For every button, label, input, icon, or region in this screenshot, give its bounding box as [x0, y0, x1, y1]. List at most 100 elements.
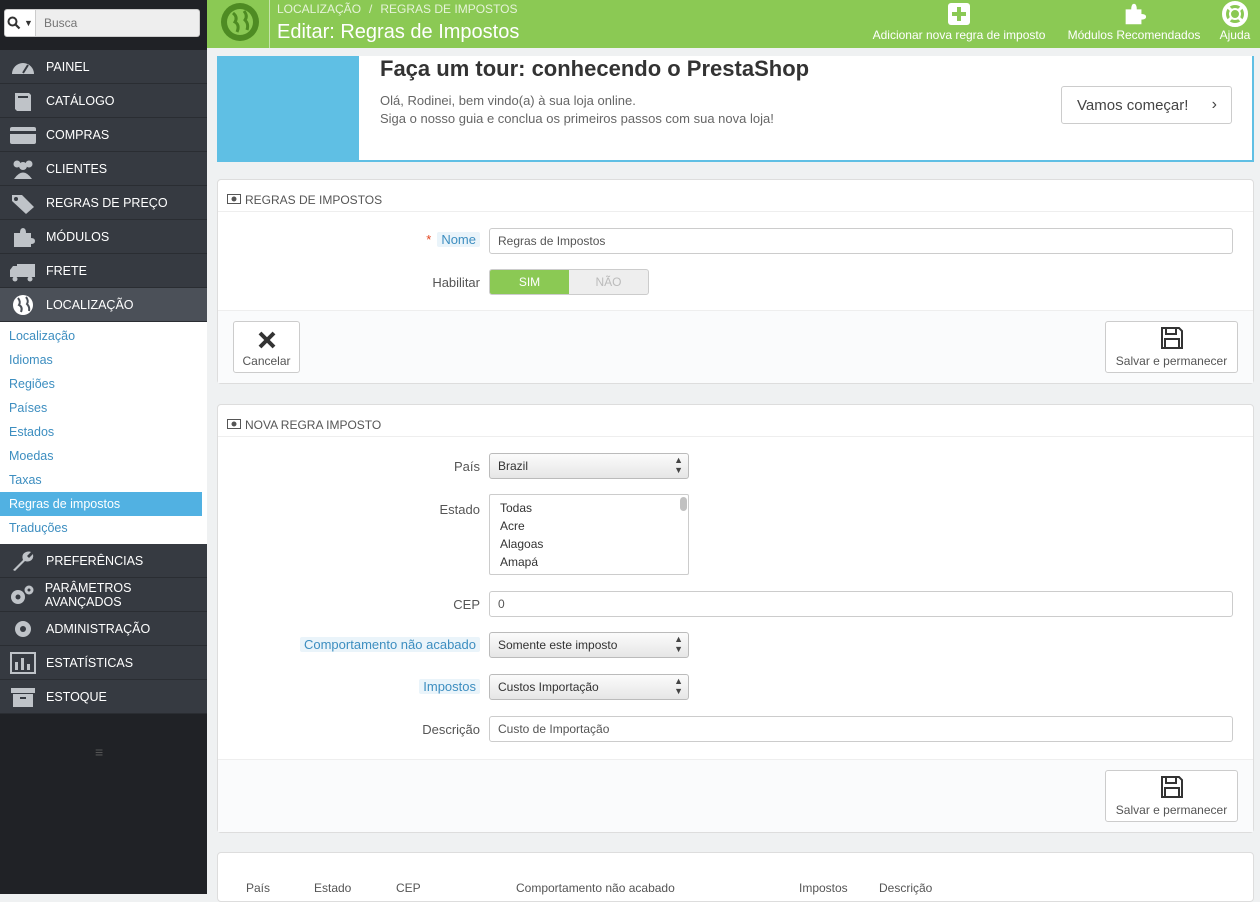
search-input[interactable]: [36, 9, 200, 37]
sidebar-item-label: CATÁLOGO: [46, 93, 115, 108]
sidebar-item-estoque[interactable]: ESTOQUE: [0, 680, 207, 714]
sidebar-collapse-icon[interactable]: ≡: [95, 744, 103, 760]
sidebar-item-estatisticas[interactable]: ESTATÍSTICAS: [0, 646, 207, 680]
behavior-value: Somente este imposto: [498, 638, 618, 652]
book-icon: [15, 92, 31, 111]
sidebar-item-localizacao[interactable]: LOCALIZAÇÃO: [0, 288, 207, 322]
tax-select[interactable]: Custos Importação ▲ ▼: [489, 674, 689, 700]
breadcrumb-separator: /: [369, 2, 373, 16]
country-select[interactable]: Brazil ▲ ▼: [489, 453, 689, 479]
help-label: Ajuda: [1219, 28, 1251, 42]
save-stay-button[interactable]: Salvar e permanecer: [1105, 321, 1238, 373]
gear-icon: [15, 620, 31, 637]
sidebar-item-compras[interactable]: COMPRAS: [0, 118, 207, 152]
tags-icon: [12, 194, 34, 214]
save-stay-label: Salvar e permanecer: [1115, 803, 1228, 817]
column-header-descricao[interactable]: Descrição: [879, 881, 932, 895]
save-stay-label: Salvar e permanecer: [1115, 354, 1228, 368]
select-arrows-icon: ▲ ▼: [674, 676, 683, 696]
state-listbox[interactable]: Todas Acre Alagoas Amapá: [489, 494, 689, 575]
money-icon: [227, 193, 241, 207]
panel-title: NOVA REGRA IMPOSTO: [245, 418, 382, 432]
state-option[interactable]: Todas: [500, 499, 688, 517]
sidebar-item-painel[interactable]: PAINEL: [0, 50, 207, 84]
sidebar-item-preferencias[interactable]: PREFERÊNCIAS: [0, 544, 207, 578]
search-scope-button[interactable]: ▼: [4, 9, 36, 37]
onboarding-banner: Faça um tour: conhecendo o PrestaShop Ol…: [217, 56, 1254, 162]
breadcrumb-localizacao[interactable]: LOCALIZAÇÃO: [277, 2, 361, 16]
localizacao-submenu: Localização Idiomas Regiões Países Estad…: [0, 322, 207, 544]
users-icon: [13, 160, 33, 179]
new-tax-rule-panel: NOVA REGRA IMPOSTO País Brazil ▲ ▼ Estado…: [217, 404, 1254, 833]
state-option[interactable]: Amapá: [500, 553, 688, 571]
submenu-item-taxas[interactable]: Taxas: [0, 468, 202, 492]
state-option[interactable]: Acre: [500, 517, 688, 535]
column-header-pais[interactable]: País: [246, 881, 270, 895]
dashboard-icon: [12, 62, 34, 74]
switch-no[interactable]: NÃO: [569, 270, 648, 294]
column-header-comportamento[interactable]: Comportamento não acabado: [516, 881, 675, 895]
select-arrows-icon: ▲ ▼: [674, 455, 683, 475]
tax-rules-panel: REGRAS DE IMPOSTOS * Nome Regras de Impos…: [217, 179, 1254, 384]
cancel-button[interactable]: Cancelar: [233, 321, 300, 373]
page-header: LOCALIZAÇÃO / REGRAS DE IMPOSTOS Editar: R…: [207, 0, 1260, 48]
country-value: Brazil: [498, 459, 529, 473]
description-input[interactable]: Custo de Importação: [489, 716, 1233, 742]
start-tour-button[interactable]: Vamos começar! ›: [1061, 86, 1232, 124]
sidebar-item-regras-de-preco[interactable]: REGRAS DE PREÇO: [0, 186, 207, 220]
panel-heading: REGRAS DE IMPOSTOS: [218, 180, 1253, 212]
zip-input[interactable]: 0: [489, 591, 1233, 617]
tax-label: Impostos: [419, 679, 480, 694]
column-header-estado[interactable]: Estado: [314, 881, 351, 895]
main-content: Faça um tour: conhecendo o PrestaShop Ol…: [207, 48, 1260, 902]
sidebar-item-administracao[interactable]: ADMINISTRAÇÃO: [0, 612, 207, 646]
behavior-select[interactable]: Somente este imposto ▲ ▼: [489, 632, 689, 658]
archive-icon: [11, 687, 35, 707]
start-tour-label: Vamos começar!: [1077, 96, 1189, 114]
panel-footer: Salvar e permanecer: [218, 759, 1253, 832]
breadcrumb-regras-de-impostos[interactable]: REGRAS DE IMPOSTOS: [380, 2, 517, 16]
enable-label: Habilitar: [432, 275, 480, 290]
recommended-modules-button[interactable]: Módulos Recomendados: [1064, 0, 1204, 48]
submenu-item-idiomas[interactable]: Idiomas: [0, 348, 202, 372]
add-tax-rule-button[interactable]: Adicionar nova regra de imposto: [868, 0, 1050, 48]
listbox-scrollbar[interactable]: [680, 497, 687, 511]
column-header-cep[interactable]: CEP: [396, 881, 421, 895]
select-arrows-icon: ▲ ▼: [674, 634, 683, 654]
page-title: Editar: Regras de Impostos: [277, 21, 520, 43]
sidebar-item-catalogo[interactable]: CATÁLOGO: [0, 84, 207, 118]
chevron-right-icon: ›: [1211, 96, 1217, 113]
switch-yes[interactable]: SIM: [490, 270, 569, 294]
sidebar-item-frete[interactable]: FRETE: [0, 254, 207, 288]
sidebar-item-label: LOCALIZAÇÃO: [46, 297, 134, 312]
puzzle-icon: [1125, 3, 1147, 25]
sidebar-item-modulos[interactable]: MÓDULOS: [0, 220, 207, 254]
submenu-item-estados[interactable]: Estados: [0, 420, 202, 444]
submenu-item-regras-de-impostos[interactable]: Regras de impostos: [0, 492, 202, 516]
sidebar-item-parametros-avancados[interactable]: PARÂMETROS AVANÇADOS: [0, 578, 207, 612]
search-box: ▼: [4, 9, 200, 37]
banner-text-line1: Olá, Rodinei, bem vindo(a) à sua loja on…: [380, 93, 636, 108]
sidebar: ▼ PAINEL CATÁLOGO COMPRAS CLIENTES REGRA…: [0, 0, 207, 894]
save-stay-button[interactable]: Salvar e permanecer: [1105, 770, 1238, 822]
required-asterisk: *: [426, 232, 432, 247]
add-tax-rule-label: Adicionar nova regra de imposto: [872, 28, 1046, 42]
column-header-impostos[interactable]: Impostos: [799, 881, 848, 895]
name-input[interactable]: Regras de Impostos: [489, 228, 1233, 254]
help-button[interactable]: Ajuda: [1215, 0, 1255, 48]
panel-heading: NOVA REGRA IMPOSTO: [218, 405, 1253, 437]
submenu-item-localizacao[interactable]: Localização: [0, 324, 202, 348]
submenu-item-moedas[interactable]: Moedas: [0, 444, 202, 468]
submenu-item-traducoes[interactable]: Traduções: [0, 516, 202, 540]
name-label: Nome: [437, 232, 480, 247]
panel-title: REGRAS DE IMPOSTOS: [245, 193, 383, 207]
sidebar-item-label: ESTATÍSTICAS: [46, 655, 134, 670]
enable-switch[interactable]: SIM NÃO: [489, 269, 649, 295]
state-option[interactable]: Alagoas: [500, 535, 688, 553]
tax-value: Custos Importação: [498, 680, 599, 694]
submenu-item-regioes[interactable]: Regiões: [0, 372, 202, 396]
description-label: Descrição: [422, 722, 480, 737]
sidebar-item-label: REGRAS DE PREÇO: [46, 195, 168, 210]
submenu-item-paises[interactable]: Países: [0, 396, 202, 420]
sidebar-item-clientes[interactable]: CLIENTES: [0, 152, 207, 186]
